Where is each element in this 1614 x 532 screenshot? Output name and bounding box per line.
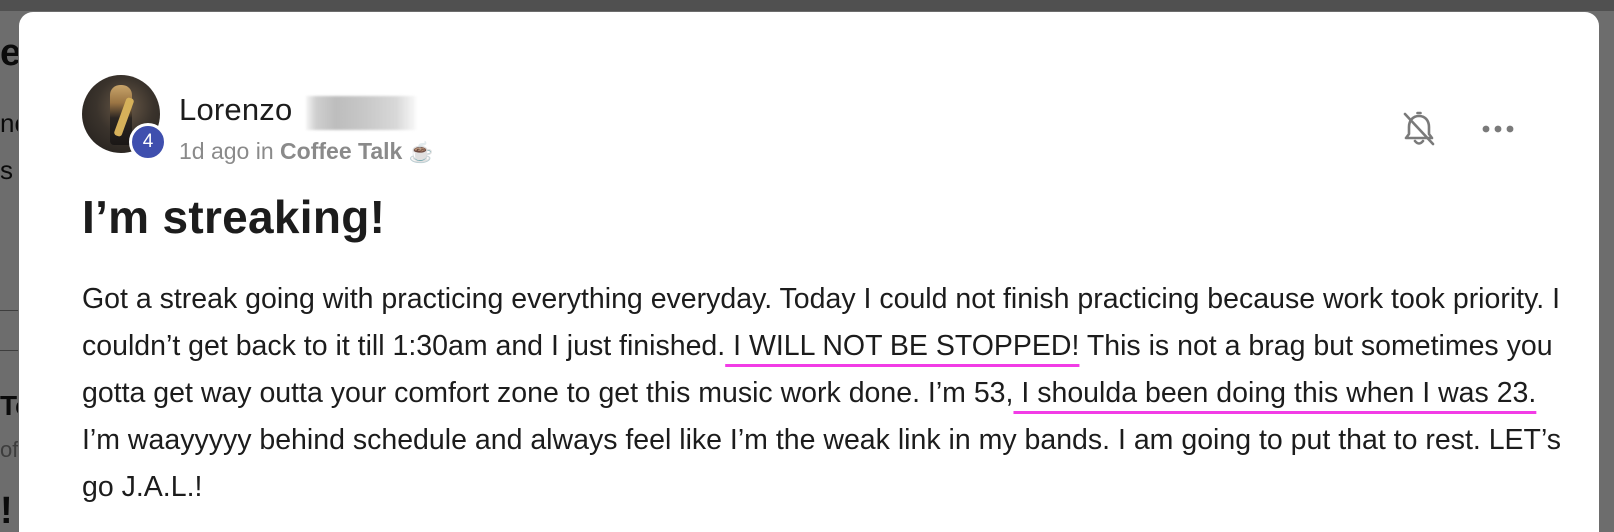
more-horizontal-icon [1482,125,1514,133]
bell-off-icon [1403,111,1435,146]
redacted-surname [306,96,416,130]
post-modal: 4 Lorenzo 1d ago in Coffee Talk ☕ I’m st… [19,12,1599,532]
post-meta: 1d ago in Coffee Talk ☕ [179,138,434,165]
post-header: 4 Lorenzo 1d ago in Coffee Talk ☕ [82,75,1542,175]
top-bar-edge [0,0,1614,11]
coffee-emoji-icon: ☕ [408,142,434,164]
author-name[interactable]: Lorenzo [179,92,292,128]
post-body: Got a streak going with practicing every… [82,276,1562,511]
notification-toggle-button[interactable] [1397,107,1441,151]
highlighted-text: I WILL NOT BE STOPPED! [725,330,1080,362]
post-meta-in-label: in [255,138,274,164]
more-options-button[interactable] [1476,107,1520,151]
highlighted-text: I shoulda been doing this when I was 23. [1013,377,1537,409]
post-body-text: I’m waayyyyy behind schedule and always … [82,424,1562,503]
post-time[interactable]: 1d ago [179,138,249,164]
level-badge: 4 [129,123,167,161]
post-title: I’m streaking! [82,191,386,243]
channel-link[interactable]: Coffee Talk [280,138,402,164]
